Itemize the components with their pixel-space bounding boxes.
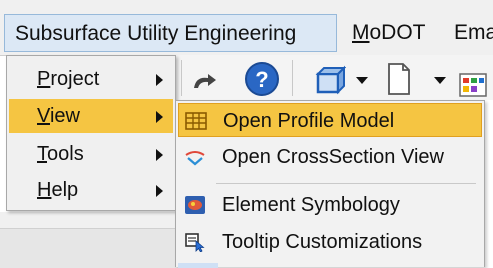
menu-item-tools-mnemonic: T: [37, 143, 47, 165]
tooltip-cursor-icon: [185, 233, 205, 252]
workspace-area: [0, 228, 180, 268]
menu-item-project-label: roject: [50, 68, 100, 90]
submenu-arrow-icon: [156, 149, 163, 161]
menu-item-project-mnemonic: P: [37, 68, 51, 90]
toolbar-separator: [181, 60, 182, 96]
submenu-item-open-profile-model[interactable]: Open Profile Model: [178, 103, 482, 137]
document-icon[interactable]: [385, 62, 413, 96]
menu-item-tools-label: ools: [47, 143, 84, 165]
redo-icon[interactable]: [190, 70, 220, 92]
view-cube-icon[interactable]: [312, 64, 346, 96]
submenu-arrow-icon: [156, 185, 163, 197]
menu-subsurface-utility-engineering[interactable]: Subsurface Utility Engineering: [4, 14, 337, 52]
menu-modot-label: oDOT: [369, 21, 426, 44]
crosssection-icon: [185, 151, 205, 166]
partial-next-item: [178, 263, 218, 268]
submenu-item-open-crosssection-view[interactable]: Open CrossSection View: [178, 140, 482, 174]
help-icon[interactable]: ?: [243, 61, 281, 97]
main-dropdown-menu: Project View Tools Help: [6, 55, 176, 211]
menu-item-view-mnemonic: V: [37, 105, 50, 127]
submenu-item-element-symbology[interactable]: Element Symbology: [178, 188, 482, 222]
submenu-arrow-icon: [156, 74, 163, 86]
submenu-item-label: Tooltip Customizations: [222, 231, 423, 253]
submenu-item-label: Open Profile Model: [223, 110, 395, 132]
view-submenu: Open Profile Model Open CrossSection Vie…: [175, 100, 485, 268]
menu-item-help-mnemonic: H: [37, 179, 52, 201]
menu-item-help-label: elp: [51, 179, 79, 201]
submenu-item-label: Element Symbology: [222, 194, 400, 216]
menu-modot-mnemonic: M: [352, 21, 370, 44]
palette-icon[interactable]: [458, 70, 488, 98]
menu-item-view[interactable]: View: [9, 99, 173, 133]
submenu-item-tooltip-customizations[interactable]: Tooltip Customizations: [178, 225, 482, 259]
dropdown-arrow-icon[interactable]: [433, 75, 447, 85]
dropdown-arrow-icon[interactable]: [355, 75, 369, 85]
workspace-strip: [0, 212, 180, 229]
submenu-arrow-icon: [156, 111, 163, 123]
menu-item-view-label: iew: [49, 105, 80, 127]
menu-modot[interactable]: MoDOT: [342, 14, 442, 52]
grid-table-icon: [185, 112, 207, 130]
submenu-item-label: Open CrossSection View: [222, 146, 444, 168]
menu-email-truncated[interactable]: Ema: [444, 14, 493, 52]
toolbar-separator: [292, 60, 293, 96]
menu-item-help[interactable]: Help: [9, 173, 173, 207]
menu-bar: Subsurface Utility Engineering MoDOT Ema: [0, 0, 493, 56]
help-icon-glyph: ?: [255, 67, 268, 92]
menu-item-tools[interactable]: Tools: [9, 137, 173, 171]
menu-item-project[interactable]: Project: [9, 62, 173, 96]
symbology-icon: [185, 196, 205, 214]
submenu-separator: [216, 183, 476, 184]
